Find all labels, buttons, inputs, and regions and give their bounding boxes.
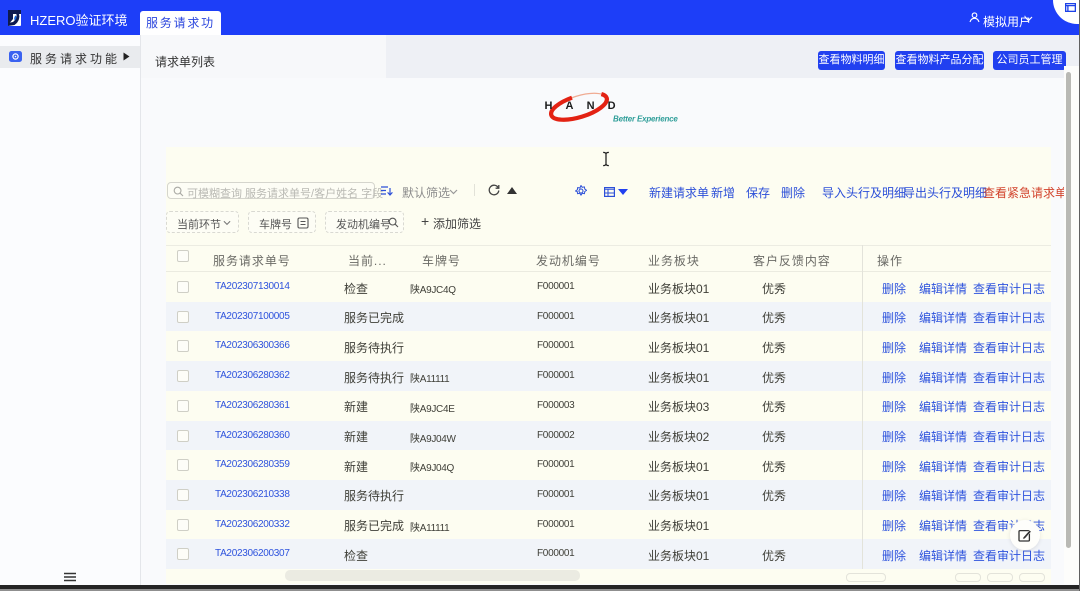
- svg-text:Better Experience: Better Experience: [613, 115, 678, 124]
- svg-text:HAND: HAND: [545, 100, 629, 112]
